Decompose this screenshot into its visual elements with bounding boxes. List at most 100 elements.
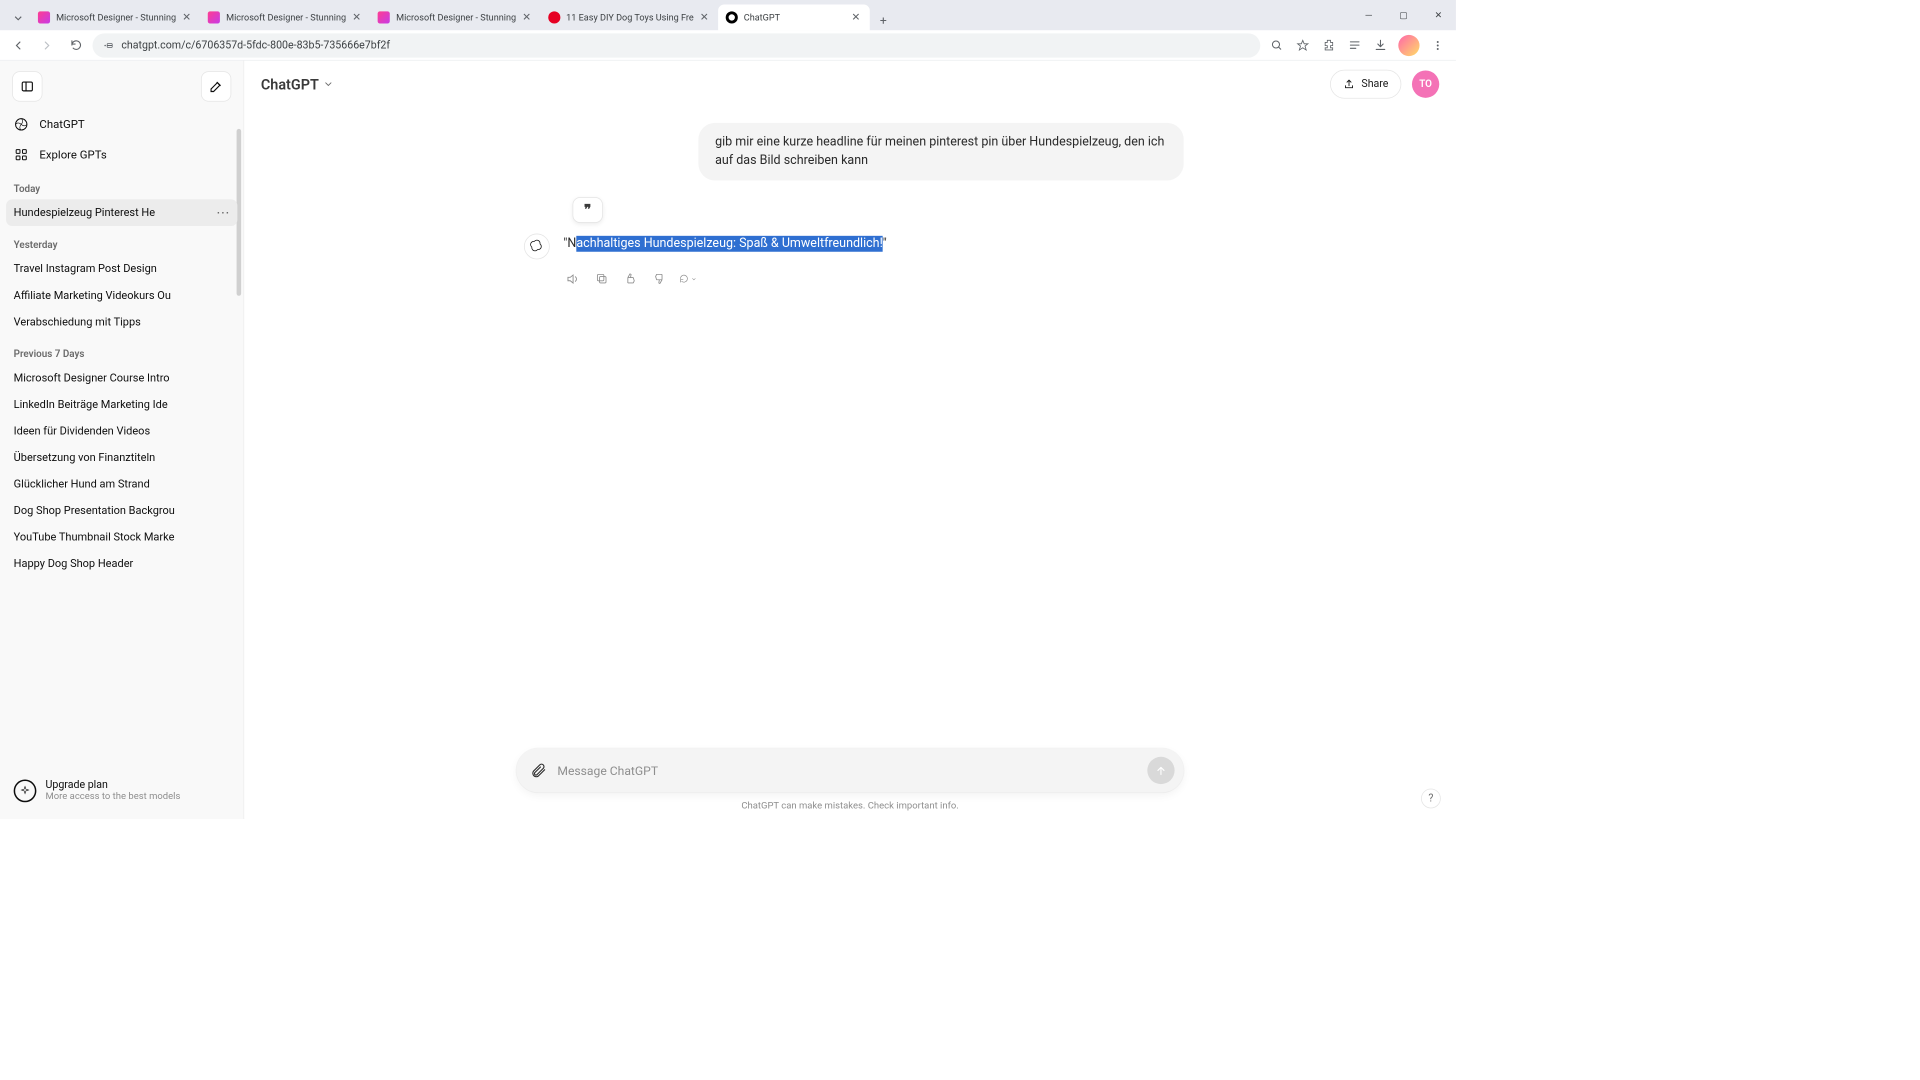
close-icon[interactable]: ✕ (698, 11, 710, 23)
copy-button[interactable] (592, 270, 610, 288)
designer-favicon (378, 11, 390, 23)
tab-pinterest[interactable]: 11 Easy DIY Dog Toys Using Fre ✕ (540, 5, 718, 31)
conversation-item[interactable]: Travel Instagram Post Design (0, 256, 243, 283)
browser-menu-icon[interactable] (1426, 33, 1450, 57)
text-selection: achhaltiges Hundespielzeug: Spaß & Umwel… (576, 236, 882, 252)
conversation-item[interactable]: Verabschiedung mit Tipps (0, 309, 243, 336)
section-prev7: Previous 7 Days (0, 335, 243, 365)
address-bar[interactable]: chatgpt.com/c/6706357d-5fdc-800e-83b5-73… (93, 33, 1261, 57)
conversation-item[interactable]: Übersetzung von Finanztiteln (0, 444, 243, 471)
conversation-title: Glücklicher Hund am Strand (14, 478, 150, 491)
collapse-sidebar-button[interactable] (12, 71, 42, 101)
main-header: ChatGPT Share TO (244, 61, 1456, 108)
conversation-title: Microsoft Designer Course Intro (14, 372, 170, 385)
share-label: Share (1361, 78, 1388, 90)
conversation-title: Affiliate Marketing Videokurs Ou (14, 289, 171, 302)
message-input[interactable] (557, 763, 1136, 777)
new-tab-button[interactable]: + (873, 9, 894, 30)
selection-toolbar: ❞ (573, 197, 1184, 223)
reload-button[interactable] (64, 33, 88, 57)
section-yesterday: Yesterday (0, 226, 243, 256)
composer-area: ChatGPT can make mistakes. Check importa… (244, 736, 1456, 819)
main-panel: ChatGPT Share TO gib mir eine kurze head… (244, 61, 1456, 819)
chevron-down-icon (323, 79, 334, 90)
conversation-title: Dog Shop Presentation Backgrou (14, 504, 175, 517)
tab-search-dropdown[interactable] (6, 6, 30, 30)
close-icon[interactable]: ✕ (181, 11, 193, 23)
conversation-item[interactable]: Happy Dog Shop Header (0, 551, 243, 578)
conversation-item[interactable]: Glücklicher Hund am Strand (0, 471, 243, 498)
new-chat-button[interactable] (201, 71, 231, 101)
minimize-window-button[interactable]: ─ (1351, 0, 1386, 30)
arrow-up-icon (1155, 764, 1167, 776)
section-today: Today (0, 170, 243, 200)
url-text: chatgpt.com/c/6706357d-5fdc-800e-83b5-73… (121, 39, 390, 51)
attach-file-button[interactable] (530, 762, 547, 779)
text-suffix: " (883, 236, 887, 250)
close-icon[interactable]: ✕ (521, 11, 533, 23)
designer-favicon (208, 11, 220, 23)
conversation-item[interactable]: Dog Shop Presentation Backgrou (0, 497, 243, 524)
tab-title: 11 Easy DIY Dog Toys Using Fre (566, 12, 694, 23)
zoom-icon[interactable] (1265, 33, 1289, 57)
tab-title: Microsoft Designer - Stunning (226, 12, 346, 23)
message-actions (516, 270, 1183, 288)
conversation-item-active[interactable]: Hundespielzeug Pinterest He ⋯ (6, 199, 237, 226)
tab-designer-2[interactable]: Microsoft Designer - Stunning ✕ (200, 5, 370, 31)
conversation-item[interactable]: Microsoft Designer Course Intro (0, 365, 243, 392)
send-button[interactable] (1147, 757, 1174, 784)
regenerate-button[interactable] (679, 270, 697, 288)
extensions-icon[interactable] (1316, 33, 1340, 57)
conversation-title: Happy Dog Shop Header (14, 557, 134, 570)
assistant-message: "Nachhaltiges Hundespielzeug: Spaß & Umw… (516, 233, 1183, 259)
close-icon[interactable]: ✕ (351, 11, 363, 23)
browser-toolbar: chatgpt.com/c/6706357d-5fdc-800e-83b5-73… (0, 30, 1456, 60)
tab-title: Microsoft Designer - Stunning (396, 12, 516, 23)
upgrade-plan-button[interactable]: Upgrade plan More access to the best mod… (0, 768, 243, 819)
read-aloud-button[interactable] (563, 270, 581, 288)
close-window-button[interactable]: ✕ (1421, 0, 1456, 30)
nav-explore-gpts[interactable]: Explore GPTs (0, 140, 243, 170)
reading-list-icon[interactable] (1342, 33, 1366, 57)
conversation-item[interactable]: LinkedIn Beiträge Marketing Ide (0, 391, 243, 418)
conversation-item[interactable]: Ideen für Dividenden Videos (0, 418, 243, 445)
thumbs-up-button[interactable] (621, 270, 639, 288)
conversation-thread[interactable]: gib mir eine kurze headline für meinen p… (244, 108, 1456, 737)
share-button[interactable]: Share (1330, 70, 1401, 99)
bookmark-icon[interactable] (1291, 33, 1315, 57)
conversation-item[interactable]: YouTube Thumbnail Stock Marke (0, 524, 243, 551)
nav-chatgpt[interactable]: ChatGPT (0, 109, 243, 139)
close-icon[interactable]: ✕ (850, 11, 862, 23)
chevron-down-icon (691, 275, 697, 283)
upgrade-title: Upgrade plan (45, 779, 180, 791)
downloads-icon[interactable] (1368, 33, 1392, 57)
maximize-window-button[interactable]: ▢ (1386, 0, 1421, 30)
sidebar: ChatGPT Explore GPTs Today Hundespielzeu… (0, 61, 244, 819)
tab-designer-3[interactable]: Microsoft Designer - Stunning ✕ (370, 5, 540, 31)
user-message: gib mir eine kurze headline für meinen p… (698, 123, 1183, 181)
avatar-initials: TO (1419, 78, 1432, 89)
profile-avatar-icon[interactable] (1398, 35, 1419, 56)
quote-reply-button[interactable]: ❞ (573, 197, 603, 223)
browser-tabstrip: Microsoft Designer - Stunning ✕ Microsof… (0, 0, 1456, 30)
tab-title: ChatGPT (744, 12, 846, 23)
quote-icon: ❞ (584, 202, 591, 218)
back-button[interactable] (6, 33, 30, 57)
message-composer[interactable] (516, 748, 1183, 792)
user-avatar[interactable]: TO (1412, 71, 1439, 98)
thumbs-down-button[interactable] (650, 270, 668, 288)
model-switcher[interactable]: ChatGPT (261, 75, 334, 92)
tab-chatgpt[interactable]: ChatGPT ✕ (718, 5, 870, 31)
conversation-menu-icon[interactable]: ⋯ (216, 205, 231, 221)
window-controls: ─ ▢ ✕ (1351, 0, 1456, 30)
conversation-title: Hundespielzeug Pinterest He (14, 206, 155, 219)
forward-button[interactable] (35, 33, 59, 57)
conversation-title: Übersetzung von Finanztiteln (14, 451, 156, 464)
conversation-title: YouTube Thumbnail Stock Marke (14, 531, 175, 544)
assistant-message-text[interactable]: "Nachhaltiges Hundespielzeug: Spaß & Umw… (563, 233, 886, 259)
nav-label: Explore GPTs (39, 148, 106, 162)
site-info-icon[interactable] (102, 39, 114, 51)
tab-designer-1[interactable]: Microsoft Designer - Stunning ✕ (30, 5, 200, 31)
help-button[interactable]: ? (1421, 789, 1441, 809)
conversation-item[interactable]: Affiliate Marketing Videokurs Ou (0, 282, 243, 309)
